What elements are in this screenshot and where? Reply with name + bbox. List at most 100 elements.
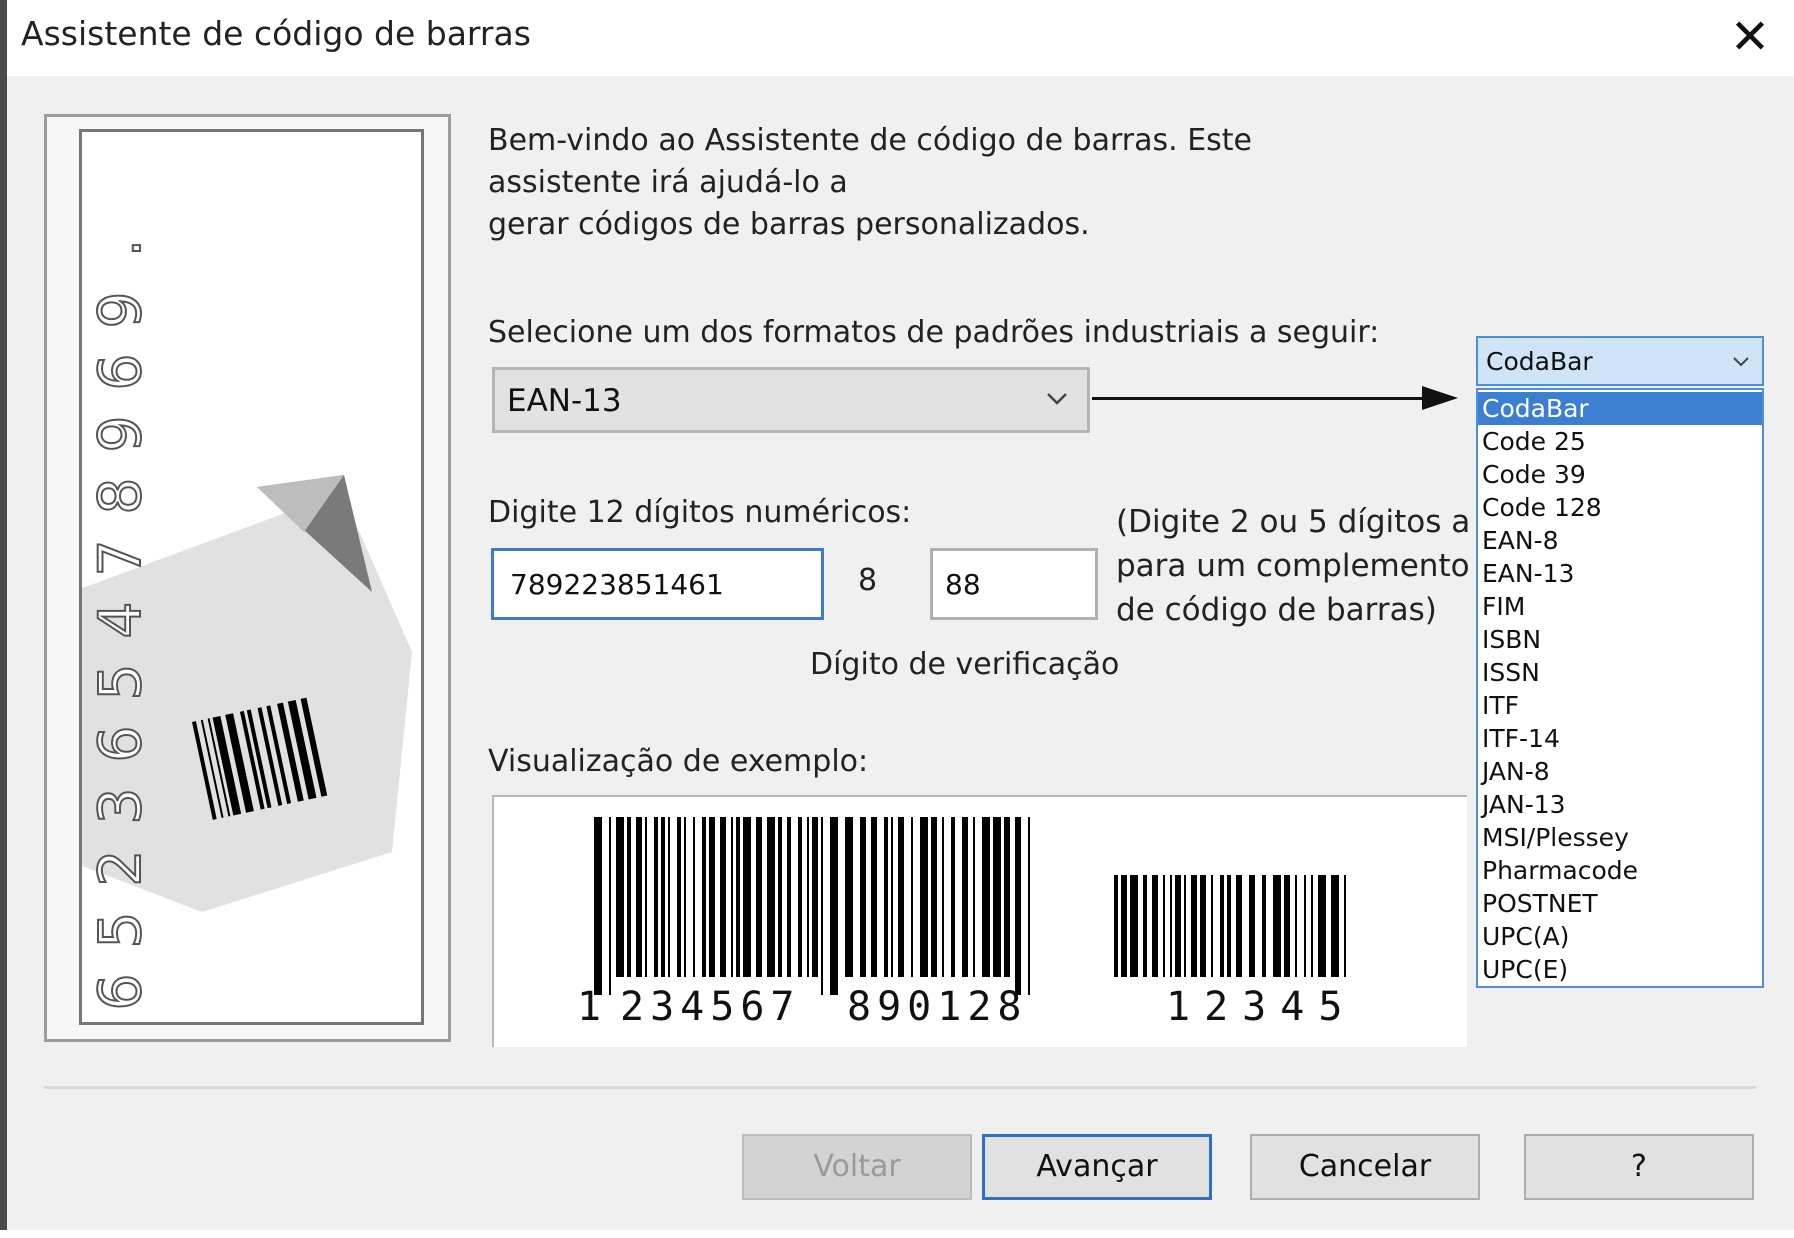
barcode-bar xyxy=(1304,875,1306,977)
barcode-bar xyxy=(731,817,733,977)
barcode-bar xyxy=(1249,875,1255,977)
dropdown-option[interactable]: EAN-13 xyxy=(1478,557,1762,590)
barcode-bar xyxy=(920,817,928,977)
divider xyxy=(44,1086,1756,1089)
barcode-bar xyxy=(1121,875,1127,977)
dropdown-option[interactable]: JAN-8 xyxy=(1478,755,1762,788)
barcode-wizard-dialog: Assistente de código de barras ✕ 6 5 2 3 6 5 4… xyxy=(0,0,1794,1238)
barcode-bar xyxy=(942,817,944,977)
dropdown-option[interactable]: POSTNET xyxy=(1478,887,1762,920)
dropdown-option[interactable]: JAN-13 xyxy=(1478,788,1762,821)
barcode-bar xyxy=(1184,875,1186,977)
barcode-bar xyxy=(1273,875,1281,977)
barcode-bar xyxy=(636,817,642,977)
barcode-bar xyxy=(1295,875,1297,977)
window-title: Assistente de código de barras xyxy=(21,14,531,53)
barcode-bar xyxy=(693,817,695,977)
barcode-bar xyxy=(609,817,611,995)
barcode-bar xyxy=(1130,875,1138,977)
dropdown-option[interactable]: ITF-14 xyxy=(1478,722,1762,755)
dropdown-option[interactable]: FIM xyxy=(1478,590,1762,623)
barcode-bar xyxy=(1227,875,1231,977)
barcode-bar xyxy=(736,817,740,977)
barcode-bar xyxy=(1236,875,1242,977)
dropdown-option[interactable]: Code 25 xyxy=(1478,425,1762,458)
barcode-preview: 1 234567 890128 12345 xyxy=(492,795,1467,1047)
barcode-bar xyxy=(702,817,706,977)
barcode-bar xyxy=(616,817,624,977)
wizard-side-image-frame: 6 5 2 3 6 5 4 7 8 9 6 9. xyxy=(44,114,451,1042)
barcode-bar xyxy=(709,817,715,977)
preview-label: Visualização de exemplo: xyxy=(488,744,869,779)
addon-input[interactable] xyxy=(930,548,1098,620)
dropdown-option[interactable]: MSI/Plessey xyxy=(1478,821,1762,854)
dropdown-option[interactable]: UPC(A) xyxy=(1478,920,1762,953)
format-dropdown[interactable]: CodaBar xyxy=(1476,336,1764,386)
dropdown-option[interactable]: Pharmacode xyxy=(1478,854,1762,887)
close-button[interactable]: ✕ xyxy=(1722,12,1778,62)
preview-digit-group-left: 234567 xyxy=(620,984,801,1030)
barcode-bar xyxy=(1220,875,1224,977)
barcode-bar xyxy=(1028,817,1030,995)
main-barcode xyxy=(594,817,1030,995)
barcode-bar xyxy=(860,817,866,977)
barcode-bar xyxy=(1170,875,1172,977)
format-select-value: EAN-13 xyxy=(507,383,622,419)
barcode-bar xyxy=(884,817,888,977)
side-digit-column: 6 5 2 3 6 5 4 7 8 9 6 9. xyxy=(85,238,155,1012)
side-digit: 9 xyxy=(86,416,154,453)
barcode-bar xyxy=(1175,875,1181,977)
barcode-bar xyxy=(627,817,631,977)
dropdown-option[interactable]: CodaBar xyxy=(1478,392,1762,425)
cancel-button[interactable]: Cancelar xyxy=(1250,1134,1480,1200)
barcode-bar xyxy=(931,817,937,977)
barcode-bar xyxy=(871,817,877,977)
barcode-bar xyxy=(668,817,670,977)
barcode-bar xyxy=(1114,875,1118,977)
preview-digit-first: 1 xyxy=(577,984,601,1030)
barcode-bar xyxy=(962,817,968,977)
barcode-bar xyxy=(898,817,904,977)
barcode-bar xyxy=(1200,875,1206,977)
dropdown-option[interactable]: ISSN xyxy=(1478,656,1762,689)
side-digit: 9 xyxy=(86,292,154,329)
dropdown-option[interactable]: Code 128 xyxy=(1478,491,1762,524)
barcode-bar xyxy=(684,817,686,977)
dropdown-option[interactable]: ISBN xyxy=(1478,623,1762,656)
barcode-bar xyxy=(830,817,838,995)
dropdown-option[interactable]: ITF xyxy=(1478,689,1762,722)
barcode-bar xyxy=(787,817,791,977)
format-select[interactable]: EAN-13 xyxy=(492,367,1090,433)
barcode-bar xyxy=(756,817,762,977)
intro-line: assistente irá ajudá-lo a xyxy=(488,165,848,200)
barcode-bar xyxy=(743,817,751,977)
side-digit: 5 xyxy=(86,664,154,701)
side-digit: 6 xyxy=(86,974,154,1011)
next-button[interactable]: Avançar xyxy=(982,1134,1212,1200)
barcode-bar xyxy=(1143,875,1147,977)
check-digit-caption: Dígito de verificação xyxy=(810,647,1120,682)
side-digit: 6 xyxy=(86,354,154,391)
dropdown-option[interactable]: Code 39 xyxy=(1478,458,1762,491)
barcode-bar xyxy=(677,817,681,977)
help-button[interactable]: ? xyxy=(1524,1134,1754,1200)
barcode-bar xyxy=(1015,817,1021,995)
barcode-bar xyxy=(821,817,823,995)
wizard-side-image: 6 5 2 3 6 5 4 7 8 9 6 9. xyxy=(79,129,424,1025)
dropdown-option[interactable]: EAN-8 xyxy=(1478,524,1762,557)
dropdown-option[interactable]: UPC(E) xyxy=(1478,953,1762,986)
side-digit: . xyxy=(86,239,154,257)
barcode-bar xyxy=(1344,875,1346,977)
addon-hint-line: de código de barras) xyxy=(1116,592,1437,628)
chevron-down-icon xyxy=(1047,393,1067,405)
arrow-head-icon xyxy=(1422,386,1458,410)
intro-line: gerar códigos de barras personalizados. xyxy=(488,207,1090,242)
barcode-bar xyxy=(812,817,818,977)
back-button[interactable]: Voltar xyxy=(742,1134,972,1200)
check-digit-value: 8 xyxy=(858,563,878,598)
format-dropdown-value: CodaBar xyxy=(1486,347,1593,376)
preview-addon-digits: 12345 xyxy=(1166,984,1356,1030)
barcode-bar xyxy=(973,817,975,977)
barcode-bar xyxy=(1211,875,1213,977)
digits-input[interactable] xyxy=(491,548,824,620)
